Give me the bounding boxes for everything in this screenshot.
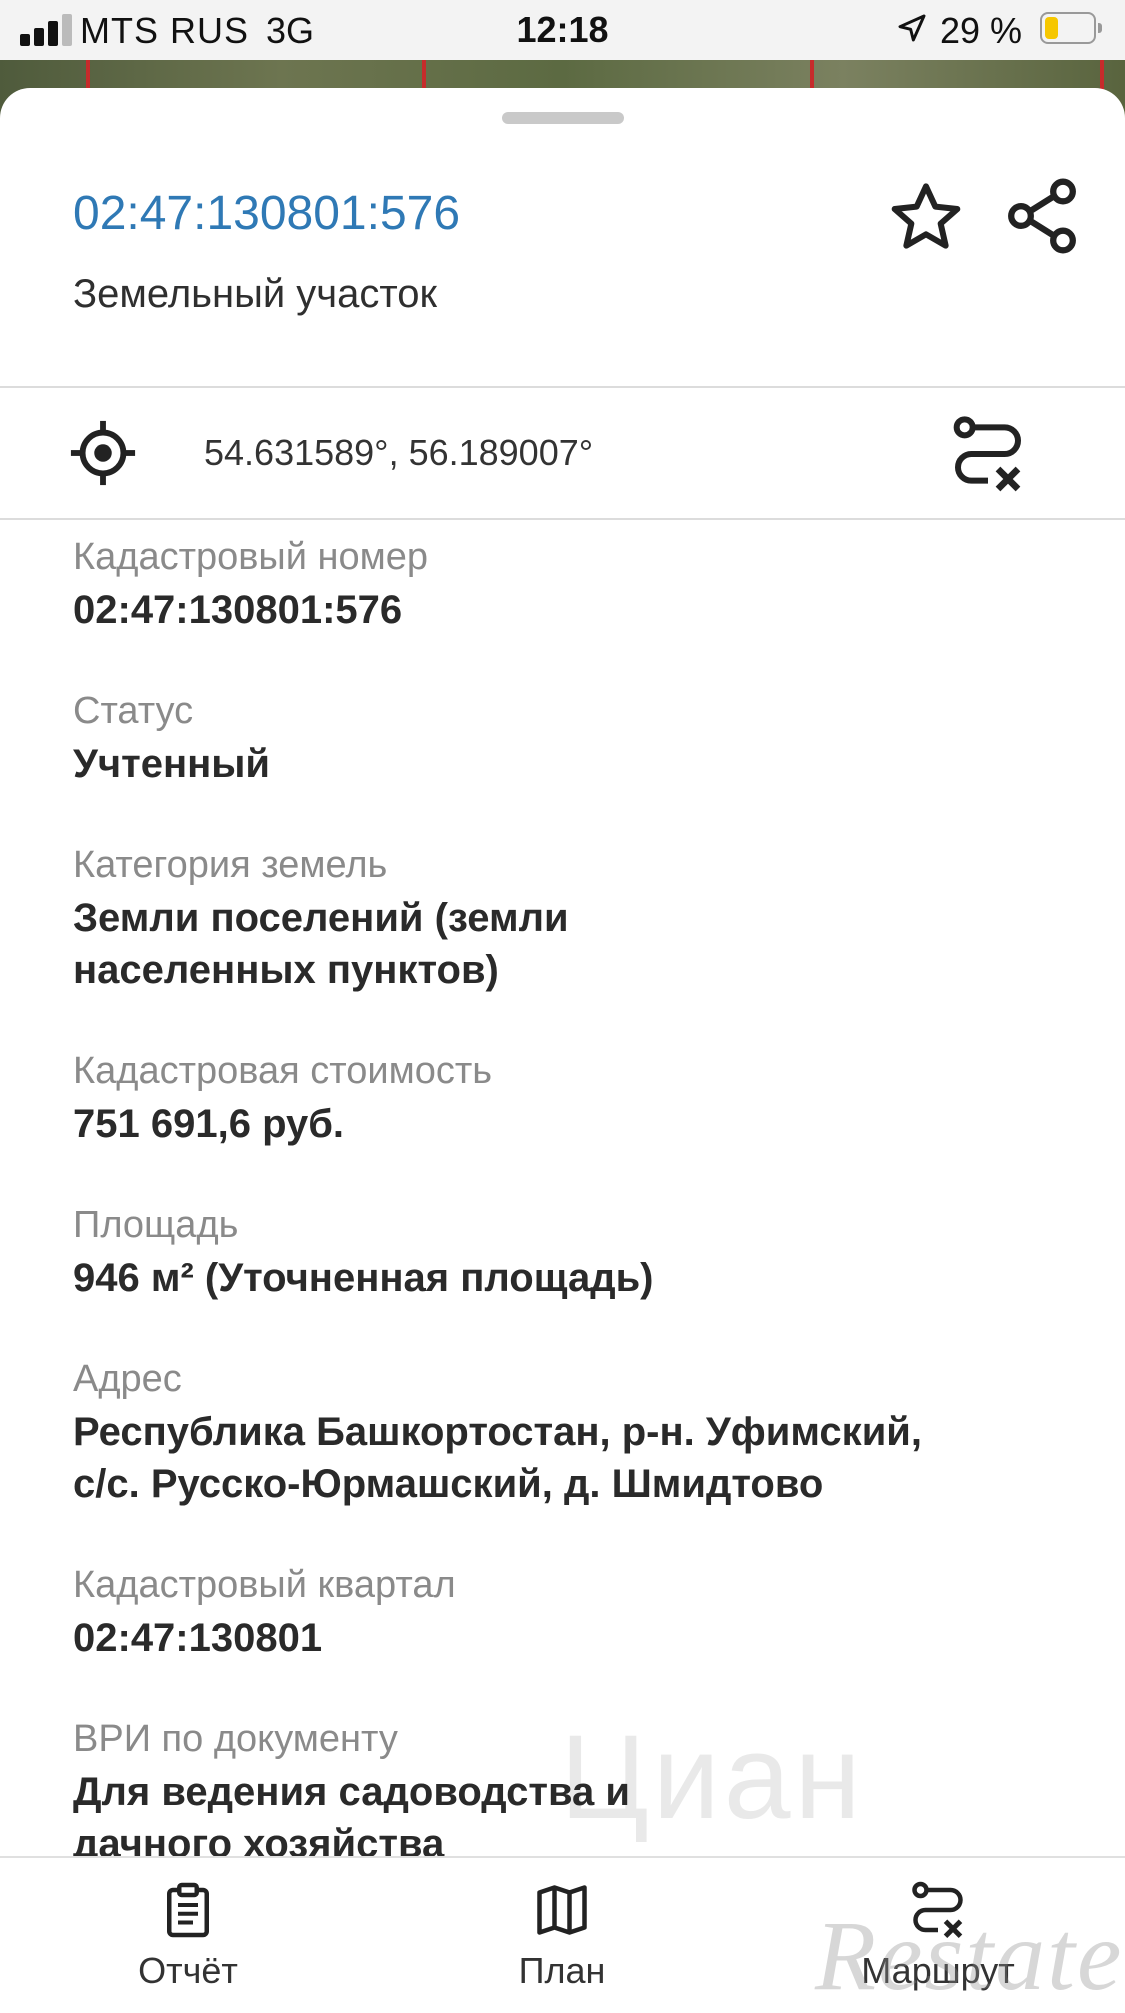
- field-status: Статус Учтенный: [73, 688, 1073, 790]
- field-cadastral-quarter: Кадастровый квартал 02:47:130801: [73, 1562, 1073, 1664]
- field-area: Площадь 946 м² (Уточненная площадь): [73, 1202, 1073, 1304]
- field-value[interactable]: 02:47:130801:576: [73, 584, 1073, 636]
- brand-watermark: Restate: [815, 1900, 1124, 2011]
- battery-icon: [1040, 12, 1102, 44]
- field-value-line: Для ведения садоводства и: [73, 1770, 630, 1814]
- sheet-grabber[interactable]: [502, 112, 624, 124]
- target-icon[interactable]: [68, 418, 138, 488]
- field-value: Республика Башкортостан, р-н. Уфимский, …: [73, 1406, 1073, 1510]
- field-value-line: населенных пунктов): [73, 948, 499, 992]
- tab-label: Отчёт: [138, 1950, 238, 1991]
- field-label: Адрес: [73, 1358, 182, 1400]
- field-cadastral-number: Кадастровый номер 02:47:130801:576: [73, 534, 1073, 636]
- field-value[interactable]: 02:47:130801: [73, 1612, 1073, 1664]
- clipboard-icon: [167, 1882, 209, 1938]
- field-value-line: Республика Башкортостан, р-н. Уфимский,: [73, 1410, 922, 1454]
- field-label: Кадастровая стоимость: [73, 1050, 493, 1092]
- coordinates-text[interactable]: 54.631589°, 56.189007°: [204, 432, 593, 474]
- field-value: Учтенный: [73, 742, 271, 786]
- map-icon: [537, 1885, 587, 1935]
- field-value-line: Земли поселений (земли: [73, 896, 569, 940]
- battery-percent: 29 %: [940, 10, 1023, 51]
- tab-report[interactable]: Отчёт: [58, 1858, 318, 2002]
- field-value: 946 м² (Уточненная площадь): [73, 1256, 654, 1300]
- field-label: Площадь: [73, 1204, 239, 1246]
- location-arrow-icon: [898, 14, 926, 42]
- field-label: Кадастровый квартал: [73, 1564, 456, 1606]
- parcel-info-sheet: 02:47:130801:576 Земельный участок 54.63…: [0, 88, 1125, 1858]
- share-icon[interactable]: [1000, 174, 1084, 258]
- parcel-title: 02:47:130801:576: [73, 187, 461, 240]
- field-value: 751 691,6 руб.: [73, 1102, 345, 1146]
- star-icon[interactable]: [886, 178, 966, 258]
- field-land-category: Категория земель Земли поселений (земли …: [73, 842, 1073, 996]
- field-value-line: дачного хозяйства: [73, 1822, 445, 1858]
- field-permitted-use: ВРИ по документу Для ведения садоводства…: [73, 1716, 1073, 1858]
- field-value: Земли поселений (земли населенных пункто…: [73, 892, 1073, 996]
- field-address: Адрес Республика Башкортостан, р-н. Уфим…: [73, 1356, 1073, 1510]
- field-label: Категория земель: [73, 844, 388, 886]
- field-label: ВРИ по документу: [73, 1718, 398, 1760]
- field-label: Статус: [73, 690, 194, 732]
- status-bar: MTS RUS 3G 12:18 29 %: [0, 0, 1125, 60]
- field-label: Кадастровый номер: [73, 536, 429, 578]
- parcel-type: Земельный участок: [73, 272, 438, 316]
- field-value: Для ведения садоводства и дачного хозяйс…: [73, 1766, 1073, 1858]
- coordinates-row: 54.631589°, 56.189007°: [0, 388, 1125, 518]
- tab-plan[interactable]: План: [432, 1858, 692, 2002]
- tab-label: План: [518, 1950, 606, 1991]
- route-clear-icon[interactable]: [948, 412, 1028, 496]
- field-cadastral-value: Кадастровая стоимость 751 691,6 руб.: [73, 1048, 1073, 1150]
- field-value-line: с/с. Русско-Юрмашский, д. Шмидтово: [73, 1462, 824, 1506]
- divider: [0, 518, 1125, 520]
